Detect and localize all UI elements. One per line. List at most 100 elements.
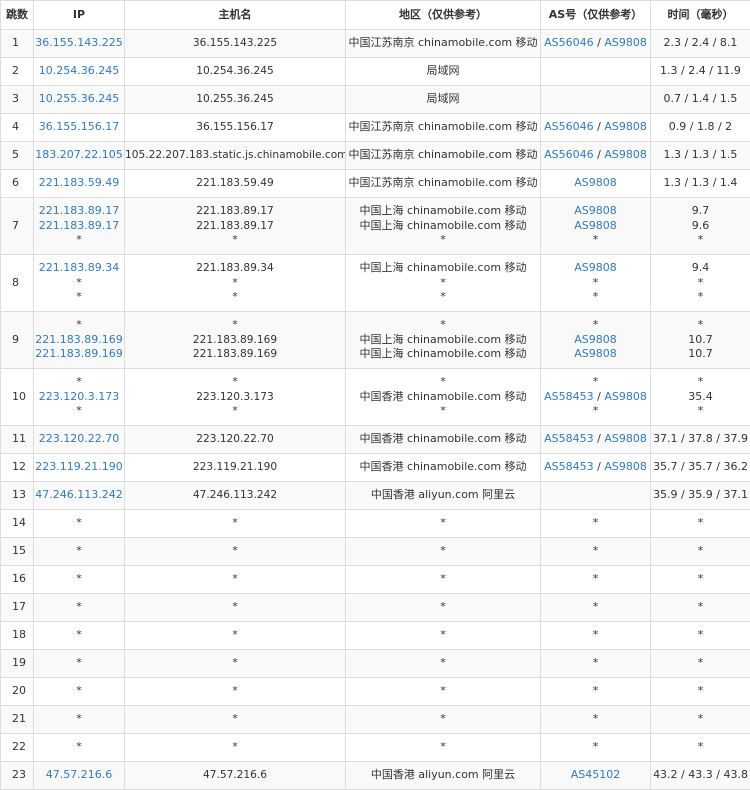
hop-number: 2: [0, 57, 34, 86]
time-value: 9.7: [691, 204, 710, 218]
time-value: *: [697, 375, 704, 389]
region-cell: 局域网: [345, 57, 541, 86]
ip-link[interactable]: 221.183.89.34: [35, 261, 124, 276]
host-cell: *: [124, 677, 346, 706]
time-value: 35.7 / 35.7 / 36.2: [653, 460, 748, 474]
time-value: 35.4: [688, 389, 713, 403]
ip-link[interactable]: 36.155.156.17: [35, 120, 124, 135]
region-value: 中国江苏南京 chinamobile.com 移动: [348, 176, 538, 190]
as-line: *: [542, 600, 650, 615]
as-link[interactable]: AS9808: [604, 36, 647, 49]
as-cell: AS9808: [540, 169, 651, 198]
as-separator: /: [593, 120, 605, 134]
ip-link[interactable]: 221.183.89.169: [35, 347, 124, 362]
as-link[interactable]: AS9808: [574, 204, 617, 217]
as-link[interactable]: AS9808: [574, 176, 617, 189]
ip-link[interactable]: 221.183.59.49: [35, 176, 124, 191]
ip-link[interactable]: 221.183.89.169: [35, 333, 124, 348]
as-link[interactable]: AS9808: [574, 347, 617, 360]
as-line: *: [542, 572, 650, 587]
ip-cell: *: [33, 705, 125, 734]
time-value: *: [697, 516, 704, 530]
host-value: *: [232, 573, 238, 586]
time-value: *: [697, 572, 704, 586]
as-link[interactable]: AS56046: [544, 36, 594, 49]
as-link[interactable]: AS9808: [604, 120, 647, 133]
header-as: AS号（仅供参考）: [540, 0, 651, 30]
host-value: *: [232, 517, 238, 530]
host-cell: 223.120.22.70: [124, 425, 346, 454]
region-cell: 中国香港 aliyun.com 阿里云: [345, 481, 541, 510]
ip-link[interactable]: 221.183.89.17: [35, 204, 124, 219]
as-link[interactable]: AS58453: [544, 390, 594, 403]
as-link[interactable]: AS9808: [604, 390, 647, 403]
ip-link[interactable]: 10.254.36.245: [35, 64, 124, 79]
as-link[interactable]: AS9808: [574, 219, 617, 232]
ip-link[interactable]: 183.207.22.105: [35, 148, 124, 163]
as-line: AS9808: [542, 333, 650, 348]
table-row: 14 * * * * *: [0, 509, 750, 538]
host-value: *: [232, 276, 238, 289]
hop-number: 22: [0, 733, 34, 762]
as-link[interactable]: AS58453: [544, 460, 594, 473]
table-row: 8 221.183.89.34 * * 221.183.89.34 * * 中国上海 chin…: [0, 254, 750, 312]
as-link[interactable]: AS9808: [604, 148, 647, 161]
as-separator: /: [593, 460, 605, 474]
region-value: *: [440, 404, 446, 418]
table-row: 10 * 223.120.3.173 * * 223.120.3.173 * * 中国香港 ch…: [0, 368, 750, 426]
header-region: 地区（仅供参考）: [345, 0, 541, 30]
ip-link[interactable]: 221.183.89.17: [35, 219, 124, 234]
hop-number: 21: [0, 705, 34, 734]
ip-link[interactable]: 47.57.216.6: [35, 768, 124, 783]
as-line: *: [542, 516, 650, 531]
host-value: 36.155.143.225: [192, 37, 278, 50]
as-link[interactable]: AS9808: [574, 333, 617, 346]
table-row: 4 36.155.156.17 36.155.156.17 中国江苏南京 chinam…: [0, 113, 750, 142]
as-separator: /: [593, 432, 605, 446]
region-cell: *: [345, 565, 541, 594]
ip-link[interactable]: 223.119.21.190: [35, 460, 124, 475]
ip-link[interactable]: 47.246.113.242: [35, 488, 124, 503]
region-value: *: [440, 740, 446, 754]
as-line: AS9808: [542, 219, 650, 234]
as-link[interactable]: AS9808: [604, 460, 647, 473]
time-value: *: [697, 656, 704, 670]
as-link[interactable]: AS56046: [544, 120, 594, 133]
region-cell: 局域网: [345, 85, 541, 114]
host-cell: *: [124, 593, 346, 622]
as-cell: * AS9808 AS9808: [540, 311, 651, 369]
region-value: 中国上海 chinamobile.com 移动: [359, 332, 527, 346]
host-value: 223.119.21.190: [192, 461, 278, 474]
ip-link[interactable]: 223.120.3.173: [35, 390, 124, 405]
time-value: *: [697, 404, 704, 418]
as-value: *: [592, 404, 599, 418]
time-value: 0.7 / 1.4 / 1.5: [663, 92, 738, 106]
hop-number: 9: [0, 311, 34, 369]
as-link[interactable]: AS9808: [604, 432, 647, 445]
table-row: 15 * * * * *: [0, 537, 750, 566]
host-value: 221.183.89.169: [192, 348, 278, 361]
region-value: 中国上海 chinamobile.com 移动: [359, 347, 527, 361]
as-link[interactable]: AS45102: [571, 768, 621, 781]
as-link[interactable]: AS9808: [574, 261, 617, 274]
ip-cell: 10.255.36.245: [33, 85, 125, 114]
as-cell: [540, 481, 651, 510]
ip-link[interactable]: 10.255.36.245: [35, 92, 124, 107]
as-link[interactable]: AS56046: [544, 148, 594, 161]
host-value: 47.246.113.242: [192, 489, 278, 502]
region-cell: 中国江苏南京 chinamobile.com 移动: [345, 29, 541, 58]
ip-cell: * 223.120.3.173 *: [33, 368, 125, 426]
as-cell: AS45102: [540, 761, 651, 790]
time-value: 2.3 / 2.4 / 8.1: [663, 36, 738, 50]
ip-link[interactable]: 36.155.143.225: [35, 36, 124, 51]
as-link[interactable]: AS58453: [544, 432, 594, 445]
region-value: *: [440, 656, 446, 670]
region-value: 中国江苏南京 chinamobile.com 移动: [348, 36, 538, 50]
time-value: 0.9 / 1.8 / 2: [668, 120, 733, 134]
table-row: 3 10.255.36.245 10.255.36.245 局域网 0.7 / 1.4…: [0, 85, 750, 114]
header-row: 跳数 IP 主机名 地区（仅供参考） AS号（仅供参考） 时间（毫秒）: [0, 0, 750, 30]
as-cell: *: [540, 537, 651, 566]
ip-link[interactable]: 223.120.22.70: [35, 432, 124, 447]
table-row: 20 * * * * *: [0, 677, 750, 706]
time-cell: *: [650, 733, 750, 762]
